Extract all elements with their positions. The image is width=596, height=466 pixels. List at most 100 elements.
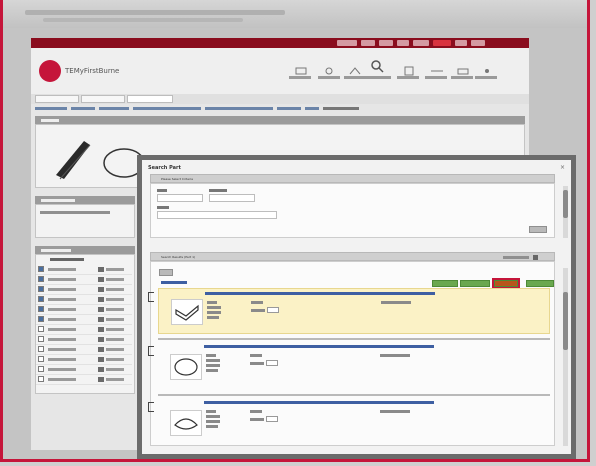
green-action-button-1[interactable] bbox=[432, 280, 458, 287]
green-action-button-4[interactable] bbox=[526, 280, 554, 287]
variants-panel bbox=[35, 254, 135, 394]
result-item-highlighted[interactable] bbox=[158, 288, 550, 334]
background-title-text bbox=[25, 10, 285, 15]
result-title-link[interactable] bbox=[204, 345, 434, 348]
result-stock-text bbox=[380, 354, 410, 357]
filter-select-3[interactable] bbox=[157, 211, 277, 219]
variant-row[interactable] bbox=[36, 295, 132, 305]
variant-checkbox[interactable] bbox=[38, 266, 44, 272]
variant-row[interactable] bbox=[36, 335, 132, 345]
variant-row[interactable] bbox=[36, 265, 132, 275]
variant-row[interactable] bbox=[36, 305, 132, 315]
topnav-link-7[interactable] bbox=[455, 40, 467, 46]
topnav-link-3[interactable] bbox=[379, 40, 393, 46]
result-attr bbox=[207, 306, 221, 309]
filter-input-2[interactable] bbox=[209, 194, 255, 202]
result-attr bbox=[206, 410, 216, 413]
result-attr bbox=[206, 425, 218, 428]
breadcrumb-item[interactable] bbox=[133, 107, 201, 110]
variant-checkbox[interactable] bbox=[38, 376, 44, 382]
variant-swatch bbox=[98, 327, 104, 332]
breadcrumb-item[interactable] bbox=[99, 107, 129, 110]
result-item[interactable] bbox=[158, 398, 550, 448]
variant-checkbox[interactable] bbox=[38, 366, 44, 372]
tab-1[interactable] bbox=[35, 95, 79, 103]
variant-checkbox[interactable] bbox=[38, 326, 44, 332]
variant-row[interactable] bbox=[36, 315, 132, 325]
header-icon-5[interactable] bbox=[401, 66, 417, 76]
result-item[interactable] bbox=[158, 342, 550, 392]
selected-action-button[interactable] bbox=[492, 278, 520, 289]
results-scroll-thumb[interactable] bbox=[563, 292, 568, 350]
breadcrumb-item[interactable] bbox=[35, 107, 67, 110]
variant-label bbox=[48, 338, 76, 341]
search-button[interactable] bbox=[529, 226, 547, 233]
tab-2[interactable] bbox=[81, 95, 125, 103]
filter-scroll-thumb[interactable] bbox=[563, 190, 568, 218]
topnav-link-5[interactable] bbox=[413, 40, 429, 46]
search-icon[interactable] bbox=[369, 58, 385, 74]
variant-label bbox=[48, 378, 76, 381]
variant-row[interactable] bbox=[36, 355, 132, 365]
header-icon-1[interactable] bbox=[293, 66, 309, 76]
result-attr bbox=[206, 364, 220, 367]
results-scrollbar[interactable] bbox=[563, 268, 568, 446]
variant-value bbox=[106, 358, 124, 361]
header-icon-6[interactable] bbox=[429, 66, 445, 76]
tab-3-active[interactable] bbox=[127, 95, 173, 103]
quantity-stepper[interactable] bbox=[266, 416, 278, 422]
thumb-gasket-icon[interactable] bbox=[170, 410, 202, 436]
site-name[interactable]: TEMyFirstBurne bbox=[65, 67, 119, 75]
variant-checkbox[interactable] bbox=[38, 306, 44, 312]
variant-row[interactable] bbox=[36, 365, 132, 375]
quantity-stepper[interactable] bbox=[266, 360, 278, 366]
header-icon-2[interactable] bbox=[321, 66, 337, 76]
breadcrumb-item[interactable] bbox=[205, 107, 273, 110]
variant-checkbox[interactable] bbox=[38, 316, 44, 322]
variant-checkbox[interactable] bbox=[38, 336, 44, 342]
results-pager[interactable] bbox=[503, 256, 529, 259]
variant-row[interactable] bbox=[36, 285, 132, 295]
topnav-link-2[interactable] bbox=[361, 40, 375, 46]
header-icon-7[interactable] bbox=[455, 66, 471, 76]
variant-row[interactable] bbox=[36, 375, 132, 385]
variant-checkbox[interactable] bbox=[38, 346, 44, 352]
breadcrumb-item[interactable] bbox=[71, 107, 95, 110]
thumb-oring-icon[interactable] bbox=[170, 354, 202, 380]
result-title-link[interactable] bbox=[205, 292, 435, 295]
green-action-button-2[interactable] bbox=[460, 280, 490, 287]
result-title-link[interactable] bbox=[204, 401, 434, 404]
filter-select-1[interactable] bbox=[157, 194, 203, 202]
variant-swatch bbox=[98, 267, 104, 272]
variant-row[interactable] bbox=[36, 325, 132, 335]
back-button[interactable] bbox=[159, 269, 173, 276]
thumb-belt-icon[interactable] bbox=[171, 299, 203, 325]
topnav-link-active[interactable] bbox=[433, 40, 451, 46]
result-price-label bbox=[251, 301, 263, 304]
header-icon-3[interactable] bbox=[347, 66, 363, 76]
search-part-dialog: Search Part × Please Select Criteria Sea… bbox=[142, 160, 571, 454]
result-attr bbox=[206, 420, 220, 423]
breadcrumb-item[interactable] bbox=[305, 107, 319, 110]
variant-value bbox=[106, 298, 124, 301]
topnav-link-4[interactable] bbox=[397, 40, 409, 46]
result-attr bbox=[206, 354, 216, 357]
quantity-stepper[interactable] bbox=[267, 307, 279, 313]
logo-icon[interactable] bbox=[39, 60, 61, 82]
topnav-link-1[interactable] bbox=[337, 40, 357, 46]
filter-scrollbar[interactable] bbox=[563, 186, 568, 238]
variant-checkbox[interactable] bbox=[38, 276, 44, 282]
results-options-icon[interactable] bbox=[533, 255, 538, 260]
close-icon[interactable]: × bbox=[560, 164, 565, 171]
variant-checkbox[interactable] bbox=[38, 356, 44, 362]
variant-swatch bbox=[98, 317, 104, 322]
variant-swatch bbox=[98, 297, 104, 302]
topnav-link-8[interactable] bbox=[471, 40, 485, 46]
variant-checkbox[interactable] bbox=[38, 286, 44, 292]
variant-row[interactable] bbox=[36, 275, 132, 285]
header-icon-8[interactable] bbox=[479, 66, 495, 76]
variant-checkbox[interactable] bbox=[38, 296, 44, 302]
breadcrumb-item[interactable] bbox=[277, 107, 301, 110]
variant-row[interactable] bbox=[36, 345, 132, 355]
results-count-link[interactable] bbox=[161, 281, 187, 284]
